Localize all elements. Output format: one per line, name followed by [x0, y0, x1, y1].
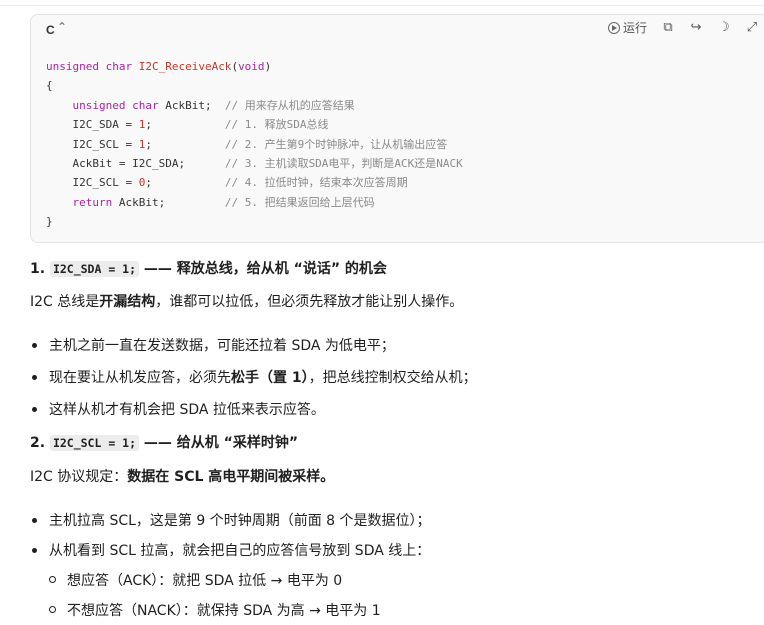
code-line: I2C_SDA = 1; // 1. 释放SDA总线: [72, 118, 329, 132]
wrap-icon[interactable]: ↪: [689, 20, 703, 35]
theme-icon[interactable]: ☽: [717, 20, 731, 35]
code-line: }: [46, 215, 53, 229]
run-button-label: 运行: [622, 21, 647, 35]
collapse-chevron-icon[interactable]: ⌃: [57, 20, 67, 34]
copy-icon[interactable]: ⧉: [661, 20, 675, 35]
sub-list-item: 想应答（ACK）：就把 SDA 拉低 → 电平为 0: [48, 570, 342, 590]
list-item: 主机拉高 SCL，这是第 9 个时钟周期（前面 8 个是数据位）；: [30, 510, 431, 530]
expand-icon[interactable]: ⤢: [745, 20, 759, 35]
list-item: 从机看到 SCL 拉高，就会把自己的应答信号放到 SDA 线上：: [30, 540, 430, 560]
inline-code: I2C_SDA = 1;: [49, 261, 140, 277]
list-item: 这样从机才有机会把 SDA 拉低来表示应答。: [30, 399, 325, 419]
code-line: unsigned char I2C_ReceiveAck(void): [46, 60, 272, 73]
code-line: {: [46, 79, 53, 93]
code-line: unsigned char AckBit; // 用来存从机的应答结果: [72, 98, 355, 112]
code-header: C ⌃ 运行 ⧉ ↪ ☽ ⤢: [31, 15, 764, 45]
play-icon: [607, 21, 620, 34]
top-divider: [0, 5, 764, 6]
list-item: 现在要让从机发应答，必须先松手（置 1），把总线控制权交给从机；: [30, 367, 477, 387]
inline-code: I2C_SCL = 1;: [49, 435, 140, 451]
code-line: return AckBit; // 5. 把结果返回给上层代码: [72, 195, 375, 209]
code-line: I2C_SCL = 1; // 2. 产生第9个时钟脉冲，让从机输出应答: [72, 137, 448, 151]
paragraph: I2C 总线是开漏结构，谁都可以拉低，但必须先释放才能让别人操作。: [30, 294, 464, 310]
sub-list-item: 不想应答（NACK）：就保持 SDA 为高 → 电平为 1: [48, 600, 381, 620]
paragraph: I2C 协议规定：数据在 SCL 高电平期间被采样。: [30, 469, 335, 485]
list-item: 主机之前一直在发送数据，可能还拉着 SDA 为低电平；: [30, 335, 395, 355]
code-toolbar: 运行 ⧉ ↪ ☽ ⤢: [607, 19, 759, 36]
code-block: C ⌃ 运行 ⧉ ↪ ☽ ⤢ unsigned char I2C_Receive…: [30, 14, 764, 243]
code-language-label: C: [46, 23, 55, 37]
code-line: I2C_SCL = 0; // 4. 拉低时钟，结束本次应答周期: [72, 176, 408, 190]
section-heading: 2. I2C_SCL = 1; —— 给从机 “采样时钟”: [30, 435, 299, 451]
code-line: AckBit = I2C_SDA; // 3. 主机读取SDA电平，判断是ACK…: [72, 157, 463, 171]
code-content: unsigned char I2C_ReceiveAck(void) { uns…: [46, 57, 463, 232]
run-button[interactable]: 运行: [607, 19, 647, 36]
section-heading: 1. I2C_SDA = 1; —— 释放总线，给从机 “说话” 的机会: [30, 261, 387, 277]
